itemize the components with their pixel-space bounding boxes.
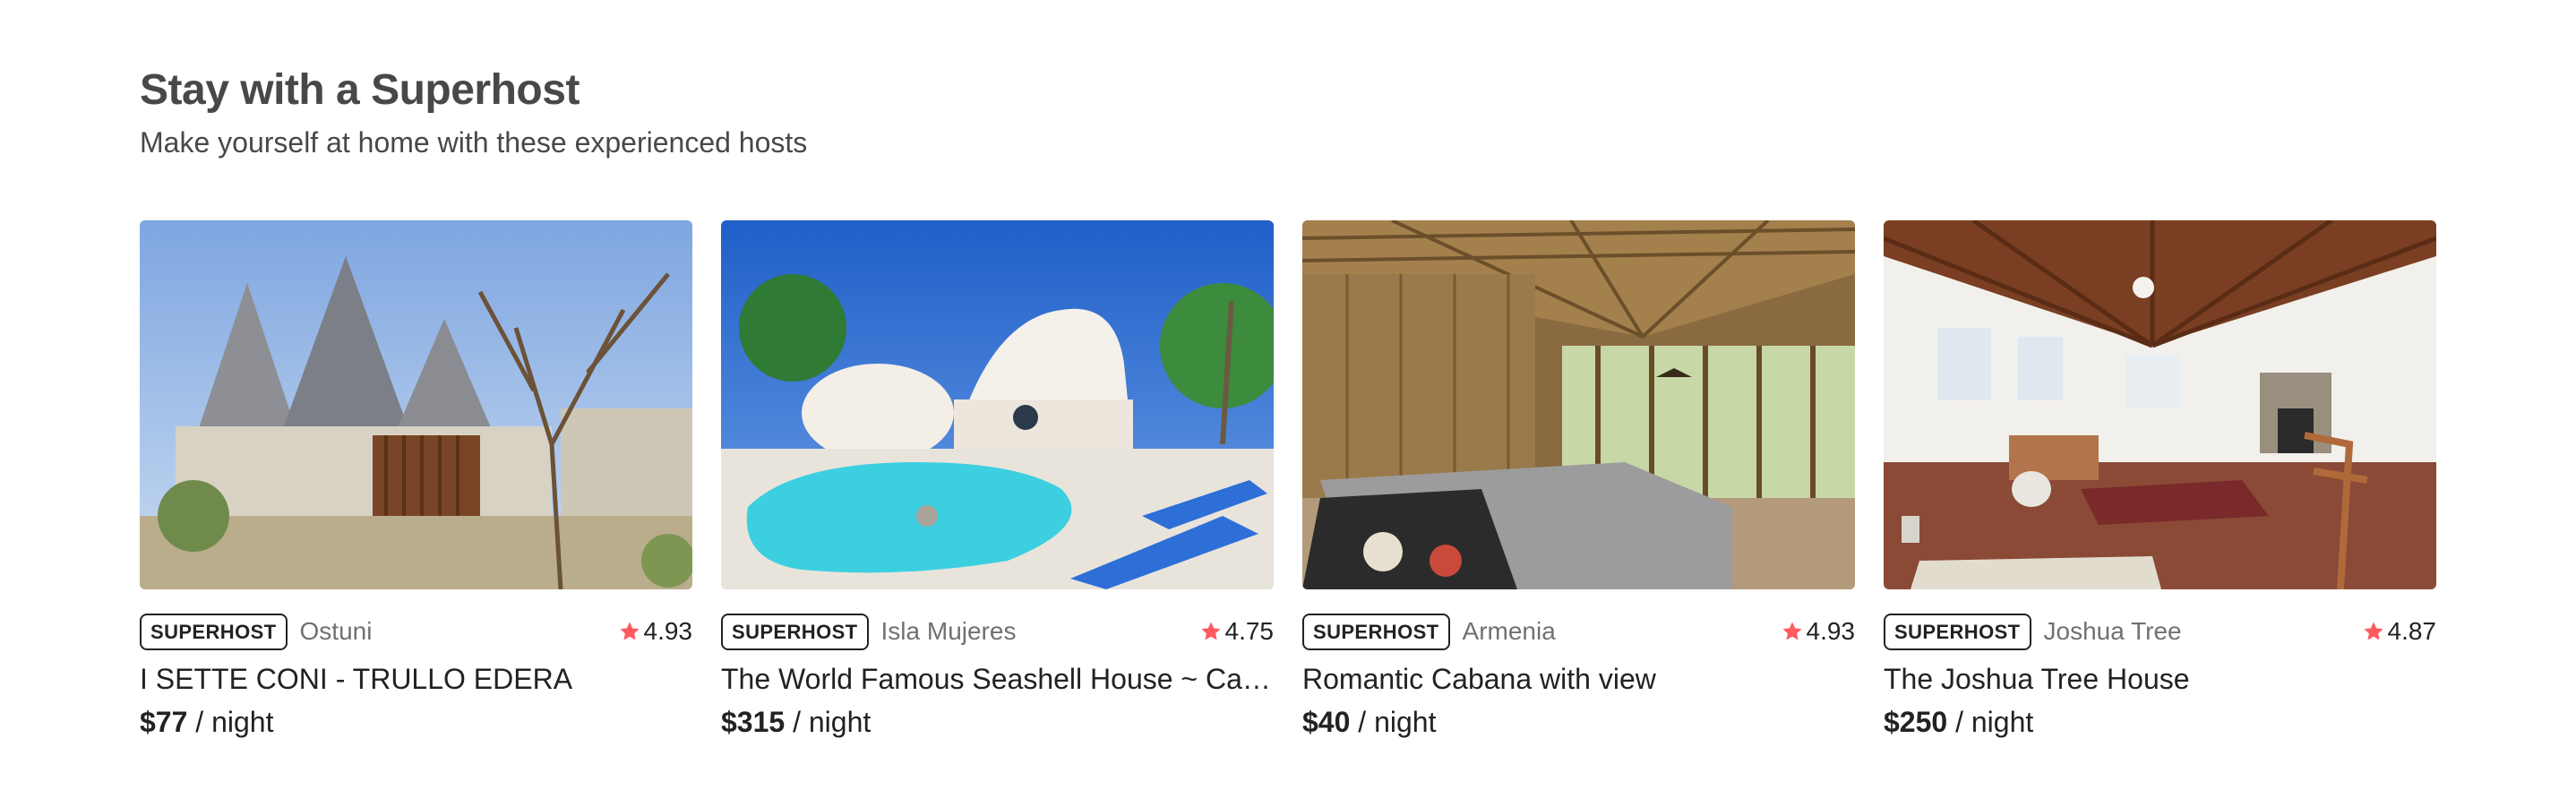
listing-name[interactable]: I SETTE CONI - TRULLO EDERA — [140, 659, 692, 699]
listing-cards: SUPERHOST Ostuni 4.93 I SETTE CONI - TRU… — [140, 220, 2436, 742]
price-unit: / night — [793, 706, 872, 738]
listing-price: $250 / night — [1884, 702, 2436, 742]
listing-location: Isla Mujeres — [880, 617, 1017, 645]
rating-value: 4.87 — [2387, 617, 2437, 645]
listing-price: $315 / night — [721, 702, 1274, 742]
listing-photo[interactable] — [140, 220, 692, 589]
price-amount: $77 — [140, 706, 188, 738]
price-amount: $40 — [1302, 706, 1351, 738]
superhost-section: Stay with a Superhost Make yourself at h… — [140, 63, 2436, 738]
listing-location: Armenia — [1462, 617, 1556, 645]
listing-rating: 4.75 — [1200, 617, 1275, 646]
rating-value: 4.93 — [1806, 617, 1856, 645]
listing-card[interactable]: SUPERHOST Armenia 4.93 Romantic Cabana w… — [1302, 220, 1855, 742]
seashell-house-photo — [721, 220, 1274, 589]
price-unit: / night — [1358, 706, 1437, 738]
listing-card[interactable]: SUPERHOST Isla Mujeres 4.75 The World Fa… — [721, 220, 1274, 742]
joshua-tree-house-photo — [1884, 220, 2436, 589]
superhost-badge: SUPERHOST — [721, 613, 869, 650]
listing-photo[interactable] — [721, 220, 1274, 589]
listing-card[interactable]: SUPERHOST Ostuni 4.93 I SETTE CONI - TRU… — [140, 220, 692, 742]
superhost-badge: SUPERHOST — [140, 613, 288, 650]
listing-photo[interactable] — [1884, 220, 2436, 589]
listing-rating: 4.93 — [1782, 617, 1856, 646]
listing-name[interactable]: Romantic Cabana with view — [1302, 659, 1855, 699]
trullo-photo — [140, 220, 692, 589]
cabana-bedroom-photo — [1302, 220, 1855, 589]
star-icon — [2364, 622, 2383, 640]
listing-meta: SUPERHOST Ostuni 4.93 — [140, 613, 692, 650]
price-unit: / night — [195, 706, 274, 738]
listing-location: Ostuni — [299, 617, 373, 645]
listing-price: $40 / night — [1302, 702, 1855, 742]
price-amount: $315 — [721, 706, 786, 738]
listing-meta: SUPERHOST Isla Mujeres 4.75 — [721, 613, 1274, 650]
listing-price: $77 / night — [140, 702, 692, 742]
listing-rating: 4.93 — [619, 617, 693, 646]
star-icon — [1782, 622, 1801, 640]
section-subtitle: Make yourself at home with these experie… — [140, 126, 808, 159]
section-title: Stay with a Superhost — [140, 66, 580, 114]
listing-meta: SUPERHOST Armenia 4.93 — [1302, 613, 1855, 650]
superhost-badge: SUPERHOST — [1302, 613, 1450, 650]
price-amount: $250 — [1884, 706, 1948, 738]
listing-meta: SUPERHOST Joshua Tree 4.87 — [1884, 613, 2436, 650]
rating-value: 4.75 — [1224, 617, 1275, 645]
star-icon — [620, 622, 639, 640]
price-unit: / night — [1955, 706, 2034, 738]
listing-name[interactable]: The World Famous Seashell House ~ Casa C… — [721, 659, 1274, 699]
rating-value: 4.93 — [643, 617, 693, 645]
superhost-badge: SUPERHOST — [1884, 613, 2031, 650]
listing-rating: 4.87 — [2363, 617, 2437, 646]
listing-name[interactable]: The Joshua Tree House — [1884, 659, 2436, 699]
listing-card[interactable]: SUPERHOST Joshua Tree 4.87 The Joshua Tr… — [1884, 220, 2436, 742]
listing-photo[interactable] — [1302, 220, 1855, 589]
star-icon — [1201, 622, 1220, 640]
listing-location: Joshua Tree — [2043, 617, 2182, 645]
